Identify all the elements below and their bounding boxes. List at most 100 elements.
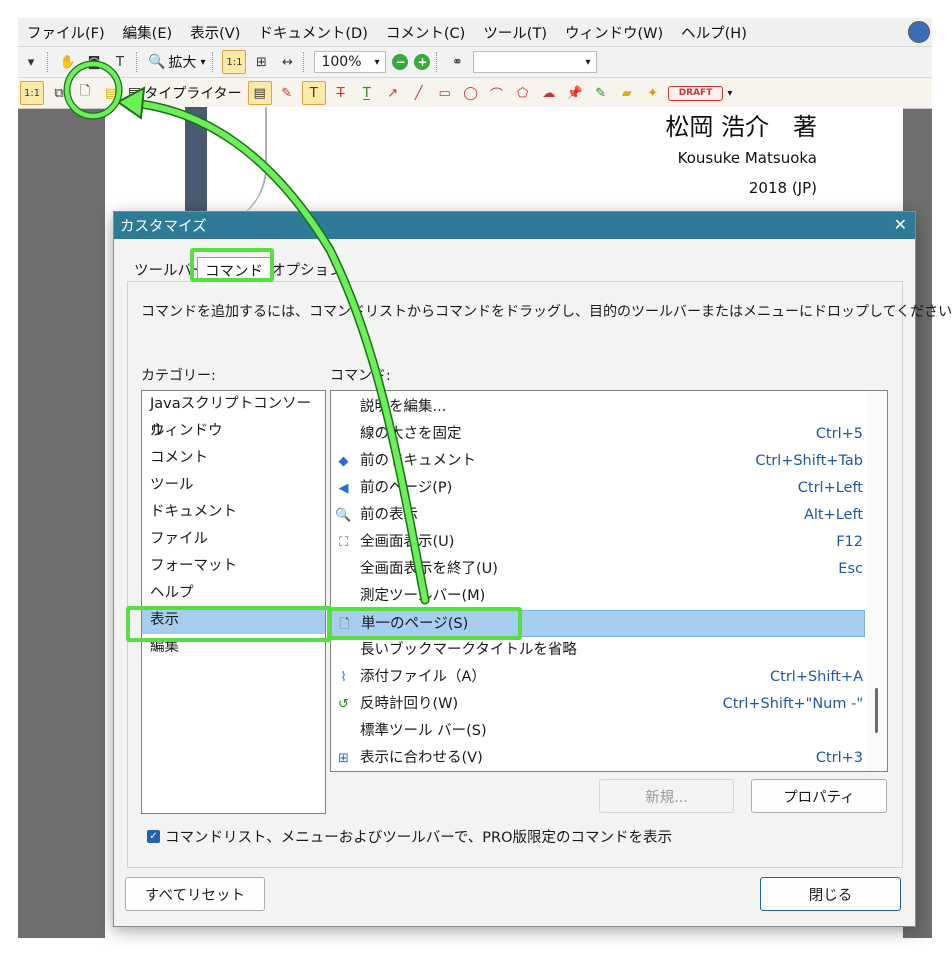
single-page-icon[interactable]: 🗋 [74,82,96,104]
category-item[interactable]: 編集 [142,634,325,661]
menu-document[interactable]: ドキュメント(D) [249,22,376,43]
toolbar-grip[interactable] [47,52,52,72]
arrow-tool-icon[interactable]: ↗ [382,82,404,104]
fit-page-icon[interactable]: ⊞ [250,51,272,73]
command-item[interactable]: 標準ツール バー(S) [331,718,865,745]
menu-edit[interactable]: 編集(E) [114,22,181,43]
globe-icon[interactable] [908,21,930,43]
textbox-icon[interactable]: ▤ [247,81,272,105]
category-label: カテゴリー: [141,368,216,384]
highlight-text-icon[interactable]: T [301,81,326,105]
toolbar-grip[interactable] [212,52,217,72]
command-item-selected[interactable]: 🗋 単一のページ(S) [331,610,865,637]
line-tool-icon[interactable]: ╱ [408,82,430,104]
polyline-tool-icon[interactable]: ⌒ [486,82,508,104]
pencil-icon[interactable]: ✎ [590,82,612,104]
polygon-tool-icon[interactable]: ⬠ [512,82,534,104]
command-item[interactable]: 説明を編集... [331,394,865,421]
link-icon[interactable]: ⚭ [446,51,468,73]
properties-button[interactable]: プロパティ [751,779,887,813]
typewriter-button[interactable]: ▤ タイプライター [124,81,246,105]
menu-help[interactable]: ヘルプ(H) [672,22,756,43]
zoom-value: 100% [321,54,362,70]
select-text-icon[interactable]: T [109,51,131,73]
pro-commands-checkbox-row[interactable]: ✓ コマンドリスト、メニューおよびツールバーで、PRO版限定のコマンドを表示 [147,826,672,847]
category-item[interactable]: ツール [142,472,325,499]
dialog-titlebar[interactable]: カスタマイズ ✕ [114,212,915,239]
command-item[interactable]: ⌇ 添付ファイル（A） Ctrl+Shift+A [331,664,865,691]
command-name: 長いブックマークタイトルを省略 [360,642,577,658]
category-item[interactable]: フォーマット [142,553,325,580]
fullscreen-icon: ⛶ [338,535,349,550]
strikeout-icon[interactable]: T̶ [330,82,352,104]
chevron-down-icon[interactable]: ▾ [727,88,732,99]
command-item[interactable]: 測定ツールバー(M) [331,583,865,610]
menu-tools[interactable]: ツール(T) [474,22,556,43]
document-author-ja: 松岡 浩介 著 [665,113,817,141]
zoom-in-icon[interactable]: + [414,54,431,70]
command-item[interactable]: 全画面表示を終了(U) Esc [331,556,865,583]
command-item[interactable]: ↺ 反時計回り(W) Ctrl+Shift+"Num -" [331,691,865,718]
ellipse-tool-icon[interactable]: ◯ [460,82,482,104]
toolbar-grip[interactable] [136,52,141,72]
actual-size-icon[interactable]: 1:1 [222,50,247,74]
command-list[interactable]: 説明を編集... 線の太さを固定 Ctrl+5 ◆ 前のドキュメント Ctrl+Shift… [330,390,888,772]
reset-all-button[interactable]: すべてリセット [125,877,265,911]
menu-comment[interactable]: コメント(C) [377,22,474,43]
zoom-in-label: 拡大 [168,55,197,71]
scrollbar-thumb[interactable] [875,688,878,733]
command-name: 前のページ(P) [360,480,453,496]
toolbar-grip[interactable] [303,52,308,72]
category-item[interactable]: ファイル [142,526,325,553]
rectangle-tool-icon[interactable]: ▭ [434,82,456,104]
chevron-down-icon: ▾ [200,56,206,68]
scrollbar[interactable] [867,391,887,771]
tab-command[interactable]: コマンド [197,257,271,282]
snapshot-icon[interactable]: ◙ [83,51,105,73]
underline-icon[interactable]: T̲ [356,82,378,104]
command-item[interactable]: ⊞ 表示に合わせる(V) Ctrl+3 [331,745,865,771]
fit-width-icon[interactable]: ↔ [276,51,298,73]
menu-window[interactable]: ウィンドウ(W) [556,22,672,43]
cloud-tool-icon[interactable]: ☁ [538,82,560,104]
draft-stamp-icon[interactable]: DRAFT [667,85,724,101]
command-item[interactable]: 線の太さを固定 Ctrl+5 [331,421,865,448]
checkbox-checked-icon[interactable]: ✓ [147,830,160,843]
stamp-icon[interactable]: ✦ [642,82,664,104]
tab-toolbar[interactable]: ツールバー [134,257,207,281]
new-button[interactable]: 新規... [599,779,734,813]
category-item[interactable]: Javaスクリプトコンソール [142,391,325,439]
toolbar-grip[interactable] [436,52,441,72]
zoom-in-button[interactable]: 🔍 拡大 ▾ [144,50,209,74]
sticky-note-icon[interactable]: ▤ [100,82,122,104]
command-item[interactable]: 🔍 前の表示 Alt+Left [331,502,865,529]
command-item[interactable]: ◀ 前のページ(P) Ctrl+Left [331,475,865,502]
tab-options[interactable]: オプション [271,257,344,281]
category-item[interactable]: ドキュメント [142,499,325,526]
menu-view[interactable]: 表示(V) [181,22,249,43]
zoom-combobox[interactable]: 100% ▾ [314,51,387,73]
category-item-selected[interactable]: 表示 [142,607,325,634]
callout-icon[interactable]: ✎ [276,82,298,104]
zoom-out-icon[interactable]: − [392,54,409,70]
hand-tool-icon[interactable]: ✋ [57,51,79,73]
category-list[interactable]: Javaスクリプトコンソール ウィンドウ コメント ツール ドキュメント ファイ… [141,390,326,814]
command-name: 全画面表示(U) [360,534,455,550]
close-icon[interactable]: ✕ [894,215,907,234]
command-item[interactable]: 長いブックマークタイトルを省略 [331,637,865,664]
pin-icon[interactable]: 📌 [564,82,586,104]
actual-size-icon[interactable]: 1:1 [20,81,44,105]
command-name: 前の表示 [360,507,418,523]
eraser-icon[interactable]: ▰ [616,82,638,104]
close-button[interactable]: 閉じる [760,877,901,911]
category-item[interactable]: ウィンドウ [142,418,325,445]
document-author-en: Kousuke Matsuoka [677,149,817,167]
dropdown-arrow-icon[interactable]: ▾ [20,51,42,73]
command-item[interactable]: ⛶ 全画面表示(U) F12 [331,529,865,556]
search-field[interactable]: ▾ [473,51,598,73]
category-item[interactable]: コメント [142,445,325,472]
facing-pages-icon[interactable]: ⧉ [48,82,70,104]
command-item[interactable]: ◆ 前のドキュメント Ctrl+Shift+Tab [331,448,865,475]
menu-file[interactable]: ファイル(F) [18,22,114,43]
category-item[interactable]: ヘルプ [142,580,325,607]
